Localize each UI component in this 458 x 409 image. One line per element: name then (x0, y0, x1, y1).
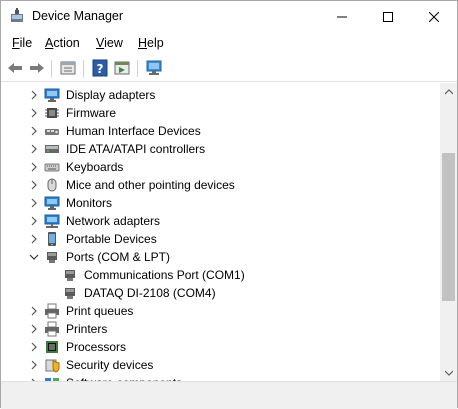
tree-child-item[interactable]: DATAQ DI-2108 (COM4) (2, 284, 439, 302)
tree-category-item[interactable]: Portable Devices (2, 230, 439, 248)
status-bar (1, 381, 457, 409)
monitor-icon (44, 88, 60, 102)
processor-icon (46, 341, 58, 353)
tree-item-label: Ports (COM & LPT) (66, 250, 171, 264)
chevron-right-icon[interactable] (29, 126, 39, 136)
tree-category-item[interactable]: Print queues (2, 302, 439, 320)
keyboard-icon (44, 163, 60, 172)
chevron-right-icon[interactable] (29, 216, 39, 226)
tree-item-label: Mice and other pointing devices (66, 178, 235, 192)
chevron-up-icon (444, 88, 453, 94)
properties-icon[interactable] (59, 59, 77, 77)
scroll-up-button[interactable] (440, 83, 457, 100)
tree-item-label: Print queues (66, 304, 134, 318)
tree-category-item[interactable]: Monitors (2, 194, 439, 212)
menu-file[interactable]: File (12, 36, 32, 50)
chevron-right-icon[interactable] (29, 144, 39, 154)
minimize-icon (337, 16, 347, 17)
portable-icon (48, 232, 56, 246)
printer-icon (45, 321, 59, 337)
scroll-down-button[interactable] (440, 364, 457, 381)
ide-icon (45, 145, 59, 153)
menu-action[interactable]: Action (45, 36, 80, 50)
tree-category-item[interactable]: IDE ATA/ATAPI controllers (2, 140, 439, 158)
scan-hardware-icon[interactable] (145, 59, 163, 77)
device-tree[interactable]: Display adapters Firmware Human Interface … (2, 83, 439, 381)
tree-category-item[interactable]: Human Interface Devices (2, 122, 439, 140)
tree-category-item[interactable]: Display adapters (2, 86, 439, 104)
hid-icon (45, 129, 59, 135)
toolbar: ? (1, 55, 457, 82)
tree-item-label: Human Interface Devices (66, 124, 201, 138)
maximize-button[interactable] (365, 1, 411, 32)
tree-category-item[interactable]: Software components (2, 374, 439, 381)
help-icon[interactable]: ? (91, 59, 109, 77)
port-icon (47, 252, 57, 263)
update-driver-icon[interactable] (113, 59, 131, 77)
tree-item-label: Keyboards (66, 160, 124, 174)
tree-child-item[interactable]: Communications Port (COM1) (2, 266, 439, 284)
maximize-icon (383, 11, 393, 22)
tree-category-item[interactable]: Keyboards (2, 158, 439, 176)
monitor-icon (44, 196, 60, 210)
tree-item-label: Network adapters (66, 214, 161, 228)
scroll-thumb[interactable] (442, 153, 455, 301)
toolbar-separator (137, 60, 138, 77)
tree-category-item[interactable]: Network adapters (2, 212, 439, 230)
tree-item-label: Security devices (66, 358, 154, 372)
chevron-right-icon[interactable] (29, 306, 39, 316)
chevron-right-icon[interactable] (29, 342, 39, 352)
vertical-scrollbar[interactable] (440, 83, 457, 381)
port-icon (65, 288, 75, 299)
back-icon[interactable] (6, 59, 24, 77)
chevron-right-icon[interactable] (29, 234, 39, 244)
menu-help[interactable]: Help (138, 36, 164, 50)
menu-bar: File Action View Help (1, 32, 457, 54)
tree-item-label: Processors (66, 340, 127, 354)
close-icon (429, 11, 439, 22)
tree-category-item[interactable]: Processors (2, 338, 439, 356)
window-title: Device Manager (32, 9, 124, 23)
svg-text:?: ? (97, 62, 104, 76)
port-icon (65, 270, 75, 281)
device-manager-window: Device Manager File Action View Help ? D… (0, 0, 458, 409)
tree-category-item[interactable]: Firmware (2, 104, 439, 122)
forward-icon[interactable] (28, 59, 46, 77)
tree-item-label: Monitors (66, 196, 113, 210)
tree-category-item[interactable]: Printers (2, 320, 439, 338)
toolbar-separator (83, 60, 84, 77)
chevron-down-icon[interactable] (29, 252, 39, 262)
tree-category-item[interactable]: Ports (COM & LPT) (2, 248, 439, 266)
printer-icon (45, 303, 59, 319)
chevron-right-icon[interactable] (29, 90, 39, 100)
chevron-right-icon[interactable] (29, 324, 39, 334)
toolbar-separator (51, 60, 52, 77)
tree-item-label: Printers (66, 322, 108, 336)
tree-item-label: Firmware (66, 106, 116, 120)
security-icon (45, 359, 60, 373)
tree-item-label: DATAQ DI-2108 (COM4) (84, 286, 216, 300)
chip-icon (45, 108, 59, 118)
tree-item-label: Portable Devices (66, 232, 157, 246)
minimize-button[interactable] (319, 1, 365, 32)
tree-item-label: Communications Port (COM1) (84, 268, 245, 282)
menu-view[interactable]: View (96, 36, 123, 50)
chevron-down-icon (444, 370, 453, 376)
chevron-right-icon[interactable] (29, 198, 39, 208)
mouse-icon (47, 178, 57, 192)
network-icon (44, 214, 60, 228)
tree-item-label: IDE ATA/ATAPI controllers (66, 142, 206, 156)
chevron-right-icon[interactable] (29, 180, 39, 190)
device-manager-app-icon (11, 8, 23, 22)
chevron-right-icon[interactable] (29, 108, 39, 118)
tree-category-item[interactable]: Security devices (2, 356, 439, 374)
tree-category-item[interactable]: Mice and other pointing devices (2, 176, 439, 194)
chevron-right-icon[interactable] (29, 360, 39, 370)
tree-item-label: Display adapters (66, 88, 156, 102)
title-bar[interactable]: Device Manager (1, 1, 457, 32)
close-button[interactable] (411, 1, 457, 32)
chevron-right-icon[interactable] (29, 162, 39, 172)
